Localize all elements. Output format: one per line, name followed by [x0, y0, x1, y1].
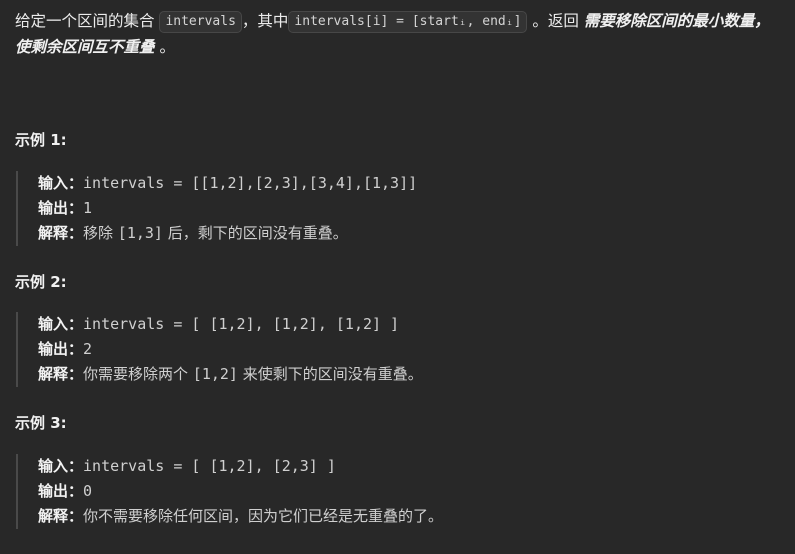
example-2-explanation-a: 你需要移除两个: [83, 365, 193, 383]
intro-text-2: ，其中: [241, 12, 289, 30]
example-2-explanation-b: 来使剩下的区间没有重叠。: [237, 365, 423, 383]
example-1-explanation-b: 后，剩下的区间没有重叠。: [162, 224, 348, 242]
example-3-block: 输入：intervals = [ [1,2], [2,3] ] 输出：0 解释：…: [16, 454, 516, 529]
example-2-input-line: 输入：intervals = [ [1,2], [1,2], [1,2] ]: [38, 312, 516, 337]
output-label: 输出：: [38, 199, 84, 217]
example-1-explanation-a: 移除: [83, 224, 118, 242]
example-2-block: 输入：intervals = [ [1,2], [1,2], [1,2] ] 输…: [16, 312, 516, 387]
example-2-explanation-code: [1,2]: [192, 365, 238, 383]
example-2-title: 示例 2:: [15, 273, 67, 291]
example-2-output-line: 输出：2: [38, 337, 516, 362]
intro-text-1: 给定一个区间的集合: [15, 12, 155, 30]
intro-text-3: 。返回: [532, 12, 579, 30]
input-label: 输入：: [38, 174, 84, 192]
example-1-explanation-code: [1,3]: [117, 224, 163, 242]
example-2-output: 2: [83, 340, 93, 358]
example-3-explanation-a: 你不需要移除任何区间，因为它们已经是无重叠的了。: [83, 507, 444, 525]
example-1-output-line: 输出：1: [38, 196, 516, 221]
example-1-input: intervals = [[1,2],[2,3],[3,4],[1,3]]: [83, 174, 418, 192]
explanation-label: 解释：: [38, 365, 84, 383]
example-2-input: intervals = [ [1,2], [1,2], [1,2] ]: [83, 315, 400, 333]
intro-text-4: 。: [159, 38, 175, 56]
example-1-explanation-line: 解释：移除 [1,3] 后，剩下的区间没有重叠。: [38, 221, 516, 246]
inline-code-interval-definition: intervals[i] = [startᵢ, endᵢ]: [288, 11, 528, 33]
problem-description: 给定一个区间的集合 intervals ，其中 intervals[i] = [st…: [15, 8, 785, 60]
example-3-output: 0: [83, 482, 93, 500]
explanation-label: 解释：: [38, 507, 84, 525]
output-label: 输出：: [38, 482, 84, 500]
example-3-explanation-line: 解释：你不需要移除任何区间，因为它们已经是无重叠的了。: [38, 504, 516, 529]
example-1-title: 示例 1:: [15, 131, 67, 149]
input-label: 输入：: [38, 457, 84, 475]
example-1-output: 1: [83, 199, 93, 217]
input-label: 输入：: [38, 315, 84, 333]
output-label: 输出：: [38, 340, 84, 358]
inline-code-intervals: intervals: [159, 11, 242, 33]
example-3-output-line: 输出：0: [38, 479, 516, 504]
example-1-input-line: 输入：intervals = [[1,2],[2,3],[3,4],[1,3]]: [38, 171, 516, 196]
example-3-input-line: 输入：intervals = [ [1,2], [2,3] ]: [38, 454, 516, 479]
explanation-label: 解释：: [38, 224, 84, 242]
example-3-title: 示例 3:: [15, 414, 67, 432]
example-2-explanation-line: 解释：你需要移除两个 [1,2] 来使剩下的区间没有重叠。: [38, 362, 516, 387]
example-3-input: intervals = [ [1,2], [2,3] ]: [83, 457, 336, 475]
example-1-block: 输入：intervals = [[1,2],[2,3],[3,4],[1,3]]…: [16, 171, 516, 246]
